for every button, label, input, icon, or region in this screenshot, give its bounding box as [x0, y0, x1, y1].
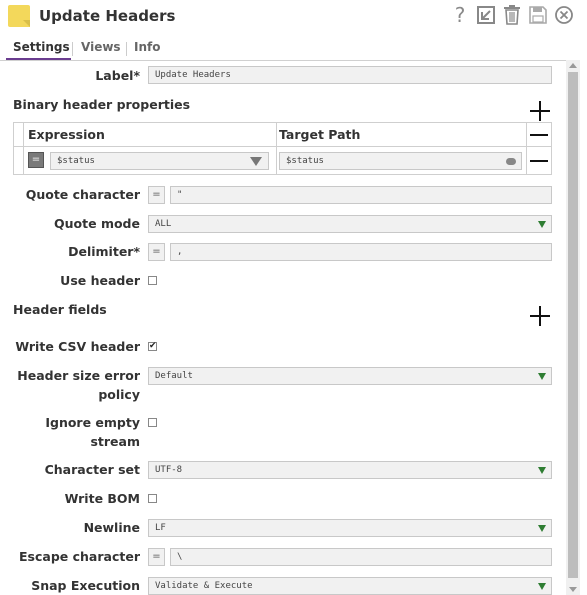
tab-views[interactable]: Views: [81, 40, 121, 54]
header-toolbar: ?: [449, 2, 575, 28]
close-icon[interactable]: [553, 2, 575, 28]
add-header-field-icon[interactable]: [530, 306, 550, 326]
tab-divider: [126, 42, 127, 56]
label-input[interactable]: Update Headers: [148, 66, 552, 84]
ignore-empty-stream-label-2: stream: [90, 434, 140, 449]
help-icon[interactable]: ?: [449, 2, 471, 28]
delimiter-toggle[interactable]: =: [148, 243, 165, 261]
scroll-down-arrow[interactable]: [569, 587, 577, 592]
use-header-label: Use header: [60, 273, 140, 288]
character-set-select[interactable]: UTF-8: [148, 461, 552, 479]
export-icon[interactable]: [475, 2, 497, 28]
label-field-label: Label*: [95, 68, 140, 83]
escape-character-input[interactable]: \: [170, 548, 552, 566]
quote-character-label: Quote character: [25, 187, 140, 202]
target-path-column-header: Target Path: [279, 127, 361, 142]
delimiter-input[interactable]: ,: [170, 243, 552, 261]
newline-value: LF: [155, 523, 166, 533]
write-csv-header-label: Write CSV header: [15, 339, 140, 354]
quote-mode-select[interactable]: ALL: [148, 215, 552, 233]
scroll-up-arrow[interactable]: [569, 63, 577, 68]
escape-character-toggle[interactable]: =: [148, 548, 165, 566]
snap-execution-label: Snap Execution: [31, 578, 140, 593]
newline-label: Newline: [83, 520, 140, 535]
target-path-input[interactable]: $status: [279, 152, 522, 170]
expression-input[interactable]: $status: [50, 152, 269, 170]
tab-divider: [72, 42, 73, 56]
remove-column-icon[interactable]: [530, 134, 548, 136]
quote-character-toggle[interactable]: =: [148, 186, 165, 204]
expression-column-header: Expression: [28, 127, 105, 142]
dialog-title: Update Headers: [39, 7, 176, 25]
ignore-empty-stream-checkbox[interactable]: [148, 418, 157, 427]
ignore-empty-stream-label: Ignore empty: [45, 415, 140, 430]
quote-character-input[interactable]: ": [170, 186, 552, 204]
target-path-value: $status: [286, 156, 324, 166]
dialog-header: Update Headers ?: [0, 0, 587, 36]
header-size-error-label-2: policy: [98, 387, 140, 402]
write-bom-checkbox[interactable]: [148, 494, 157, 503]
chevron-down-icon: [538, 525, 546, 532]
expression-toggle-button[interactable]: =: [28, 152, 44, 168]
expression-value: $status: [57, 156, 95, 166]
chevron-down-icon: [538, 467, 546, 474]
delimiter-label: Delimiter*: [68, 244, 140, 259]
suggest-icon[interactable]: [506, 158, 516, 165]
tab-underline: [0, 60, 568, 61]
newline-select[interactable]: LF: [148, 519, 552, 537]
use-header-checkbox[interactable]: [148, 276, 157, 285]
quote-mode-label: Quote mode: [54, 216, 140, 231]
snap-execution-value: Validate & Execute: [155, 581, 253, 591]
remove-row-icon[interactable]: [530, 160, 548, 162]
tab-settings[interactable]: Settings: [13, 40, 70, 54]
chevron-down-icon: [538, 373, 546, 380]
character-set-value: UTF-8: [155, 465, 183, 475]
header-size-error-policy-select[interactable]: Default: [148, 367, 552, 385]
header-size-error-policy-value: Default: [155, 371, 193, 381]
escape-character-label: Escape character: [19, 549, 140, 564]
save-icon[interactable]: [527, 2, 549, 28]
header-fields-section-title: Header fields: [13, 302, 107, 317]
chevron-down-icon: [538, 221, 546, 228]
header-size-error-label: Header size error: [17, 368, 140, 383]
tab-bar: Settings Views Info: [0, 38, 587, 60]
delete-icon[interactable]: [501, 2, 523, 28]
binary-header-section-title: Binary header properties: [13, 97, 191, 112]
quote-mode-value: ALL: [155, 219, 172, 229]
chevron-down-icon: [538, 583, 546, 590]
write-bom-label: Write BOM: [64, 491, 140, 506]
snap-execution-select[interactable]: Validate & Execute: [148, 577, 552, 595]
character-set-label: Character set: [44, 462, 140, 477]
tab-info[interactable]: Info: [134, 40, 160, 54]
scroll-thumb[interactable]: [568, 72, 578, 578]
add-binary-header-icon[interactable]: [530, 101, 550, 121]
expression-dropdown-icon[interactable]: [250, 157, 262, 166]
write-csv-header-checkbox[interactable]: ✔: [148, 342, 157, 351]
snap-icon: [8, 5, 30, 27]
vertical-scrollbar[interactable]: [566, 60, 580, 595]
